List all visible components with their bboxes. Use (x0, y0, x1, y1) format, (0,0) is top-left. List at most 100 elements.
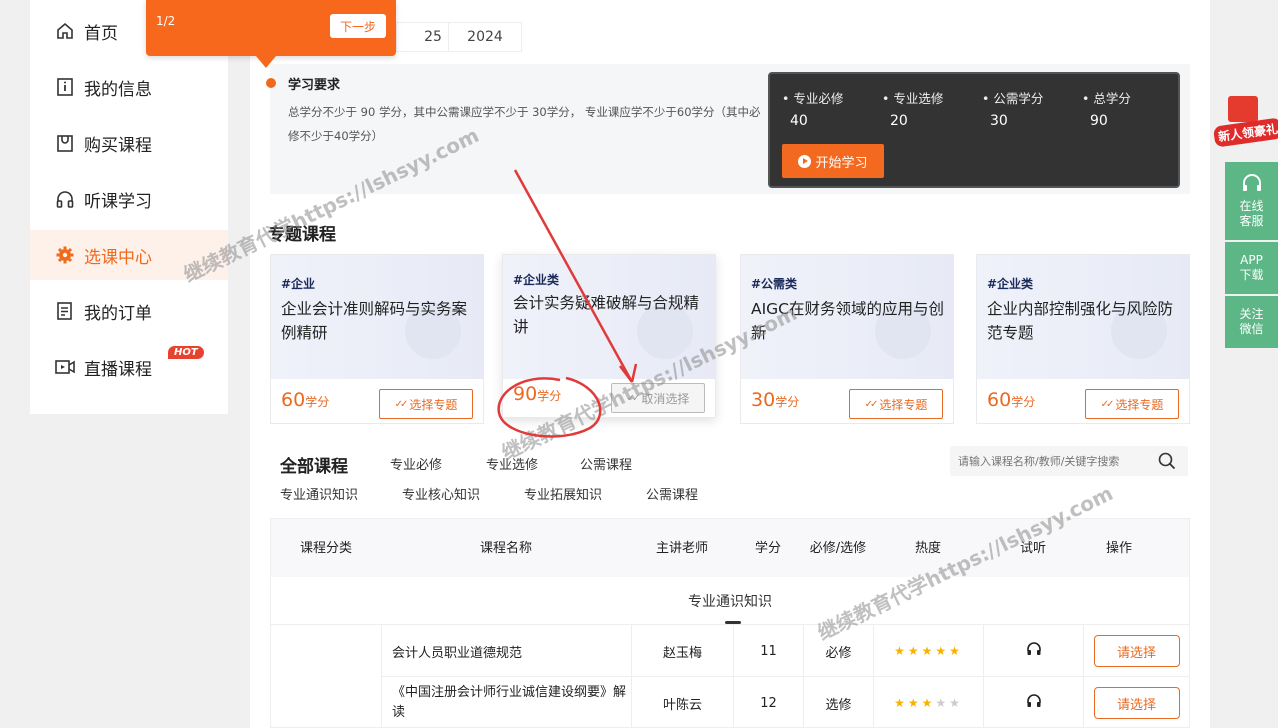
course-type: 必修 (803, 625, 873, 677)
requirement-text: 总学分不少于 90 学分，其中公需课应学不少于 30学分， 专业课应学不少于60… (288, 105, 761, 143)
credit-professional-elective: • 专业选修 20 (882, 88, 943, 129)
table-header: 课程分类 课程名称 主讲老师 学分 必修/选修 热度 试听 操作 (271, 519, 1189, 577)
choose-course-button[interactable]: 请选择 (1093, 635, 1180, 667)
start-learning-label: 开始学习 (815, 155, 868, 171)
popularity-stars: ★★★★★ (873, 677, 983, 728)
app-download-button[interactable]: APP下载 (1225, 242, 1278, 294)
filter-extended-knowledge[interactable]: 专业拓展知识 (524, 484, 602, 503)
course-name[interactable]: 会计人员职业道德规范 (381, 625, 631, 677)
filter-professional-elective[interactable]: 专业选修 (486, 454, 538, 473)
header-type: 必修/选修 (809, 540, 867, 556)
preview-cell (983, 625, 1083, 677)
action-cell: 请选择 (1083, 677, 1189, 728)
cancel-selection-button[interactable]: ✓✓ 取消选择 (611, 383, 705, 413)
select-topic-button[interactable]: ✓✓ 选择专题 (1085, 389, 1179, 419)
start-learning-button[interactable]: 开始学习 (782, 144, 884, 178)
sidebar-item-label: 购买课程 (84, 135, 152, 156)
double-chevron-icon: ✓✓ (864, 398, 879, 410)
sidebar: 首页 我的信息 购买课程 听课学习 选课中心 我的订单 直播课程 HOT (30, 0, 228, 414)
follow-wechat-button[interactable]: 关注微信 (1225, 296, 1278, 348)
next-step-button[interactable]: 下一步 (330, 14, 386, 38)
sidebar-item-my-info[interactable]: 我的信息 (30, 62, 228, 112)
header-preview: 试听 (1019, 540, 1046, 556)
button-label: 选择专题 (879, 397, 928, 412)
credit-unit: 学分 (775, 395, 800, 409)
search-icon[interactable] (1158, 452, 1176, 470)
credit-professional-required: • 专业必修 40 (782, 88, 843, 129)
credit-label: • 公需学分 (982, 91, 1044, 106)
home-icon (54, 20, 76, 42)
headset-icon (1240, 173, 1264, 199)
topic-card[interactable]: #企业 企业会计准则解码与实务案例精研 60学分 ✓✓ 选择专题 (270, 254, 484, 424)
floating-service-bar: 在线客服 APP下载 关注微信 (1225, 162, 1278, 348)
sidebar-item-course-center[interactable]: 选课中心 (30, 230, 228, 280)
filter-public-courses-2[interactable]: 公需课程 (646, 484, 698, 503)
topic-tag: #企业类 (513, 273, 560, 287)
credit-summary-panel: • 专业必修 40 • 专业选修 20 • 公需学分 30 • 总学分 90 开… (768, 72, 1180, 188)
button-label: 选择专题 (409, 397, 458, 412)
topic-name: 企业会计准则解码与实务案例精研 (281, 300, 468, 342)
credit-unit: 学分 (537, 389, 562, 403)
requirement-dot (266, 78, 276, 88)
credit-unit: 学分 (1011, 395, 1036, 409)
filter-core-knowledge[interactable]: 专业核心知识 (402, 484, 480, 503)
credit-total: • 总学分 90 (1082, 88, 1131, 129)
sidebar-item-label: 听课学习 (84, 191, 152, 212)
star-rating: ★★★★★ (894, 696, 963, 710)
gear-icon (54, 244, 76, 266)
sidebar-item-study[interactable]: 听课学习 (30, 174, 228, 224)
year-tab-2024[interactable]: 2024 (448, 22, 522, 52)
search-box (950, 446, 1188, 476)
select-topic-button[interactable]: ✓✓ 选择专题 (849, 389, 943, 419)
topic-credits: 30学分 (751, 389, 799, 411)
topic-section-title: 专题课程 (268, 225, 336, 245)
credit-number: 60 (987, 389, 1012, 411)
select-topic-button[interactable]: ✓✓ 选择专题 (379, 389, 473, 419)
credit-unit: 学分 (305, 395, 330, 409)
cart-icon (54, 132, 76, 154)
sidebar-item-label: 我的订单 (84, 303, 152, 324)
course-name[interactable]: 《中国注册会计师行业诚信建设纲要》解读 (381, 677, 631, 728)
search-input[interactable] (958, 452, 1144, 470)
star-rating: ★★★★★ (894, 644, 963, 658)
credit-value: 40 (790, 113, 808, 129)
course-credits: 11 (733, 625, 803, 677)
credit-public: • 公需学分 30 (982, 88, 1043, 129)
filter-professional-required[interactable]: 专业必修 (390, 454, 442, 473)
credit-number: 30 (751, 389, 776, 411)
filter-general-knowledge[interactable]: 专业通识知识 (280, 484, 358, 503)
button-label: 取消选择 (641, 391, 690, 406)
filter-public-courses[interactable]: 公需课程 (580, 454, 632, 473)
topic-credits: 90学分 (513, 383, 561, 405)
credit-value: 30 (990, 113, 1008, 129)
sidebar-item-label: 我的信息 (84, 79, 152, 100)
headphones-icon[interactable] (1026, 641, 1042, 661)
credit-label: • 专业选修 (882, 91, 944, 106)
double-chevron-icon: ✓✓ (394, 398, 409, 410)
sidebar-item-my-orders[interactable]: 我的订单 (30, 286, 228, 336)
preview-cell (983, 677, 1083, 728)
sidebar-item-label: 直播课程 (84, 359, 152, 380)
credit-value: 20 (890, 113, 908, 129)
double-chevron-icon: ✓✓ (1100, 398, 1115, 410)
online-service-button[interactable]: 在线客服 (1225, 162, 1278, 240)
table-row: 会计人员职业道德规范 赵玉梅 11 必修 ★★★★★ 请选择 (381, 625, 1189, 677)
topic-card[interactable]: #公需类 AIGC在财务领域的应用与创新 30学分 ✓✓ 选择专题 (740, 254, 954, 424)
hot-badge: HOT (168, 346, 204, 359)
sidebar-item-buy-courses[interactable]: 购买课程 (30, 118, 228, 168)
sidebar-item-live-courses[interactable]: 直播课程 HOT (30, 342, 228, 392)
topic-card[interactable]: #企业类 企业内部控制强化与风险防范专题 60学分 ✓✓ 选择专题 (976, 254, 1190, 424)
topic-tag: #公需类 (751, 277, 798, 291)
header-credits: 学分 (754, 540, 781, 556)
header-action: 操作 (1105, 540, 1132, 556)
action-cell: 请选择 (1083, 625, 1189, 677)
course-teacher: 赵玉梅 (631, 625, 733, 677)
sidebar-item-label: 选课中心 (84, 247, 152, 268)
new-user-gift-badge[interactable]: 新人领豪礼 (1212, 92, 1278, 152)
course-type: 选修 (803, 677, 873, 728)
video-icon (54, 356, 76, 378)
topic-card-selected[interactable]: #企业类 会计实务疑难破解与合规精讲 90学分 ✓✓ 取消选择 (502, 254, 716, 418)
headphones-icon[interactable] (1026, 693, 1042, 713)
table-row: 《中国注册会计师行业诚信建设纲要》解读 叶陈云 12 选修 ★★★★★ 请选择 (381, 677, 1189, 728)
choose-course-button[interactable]: 请选择 (1093, 687, 1180, 719)
